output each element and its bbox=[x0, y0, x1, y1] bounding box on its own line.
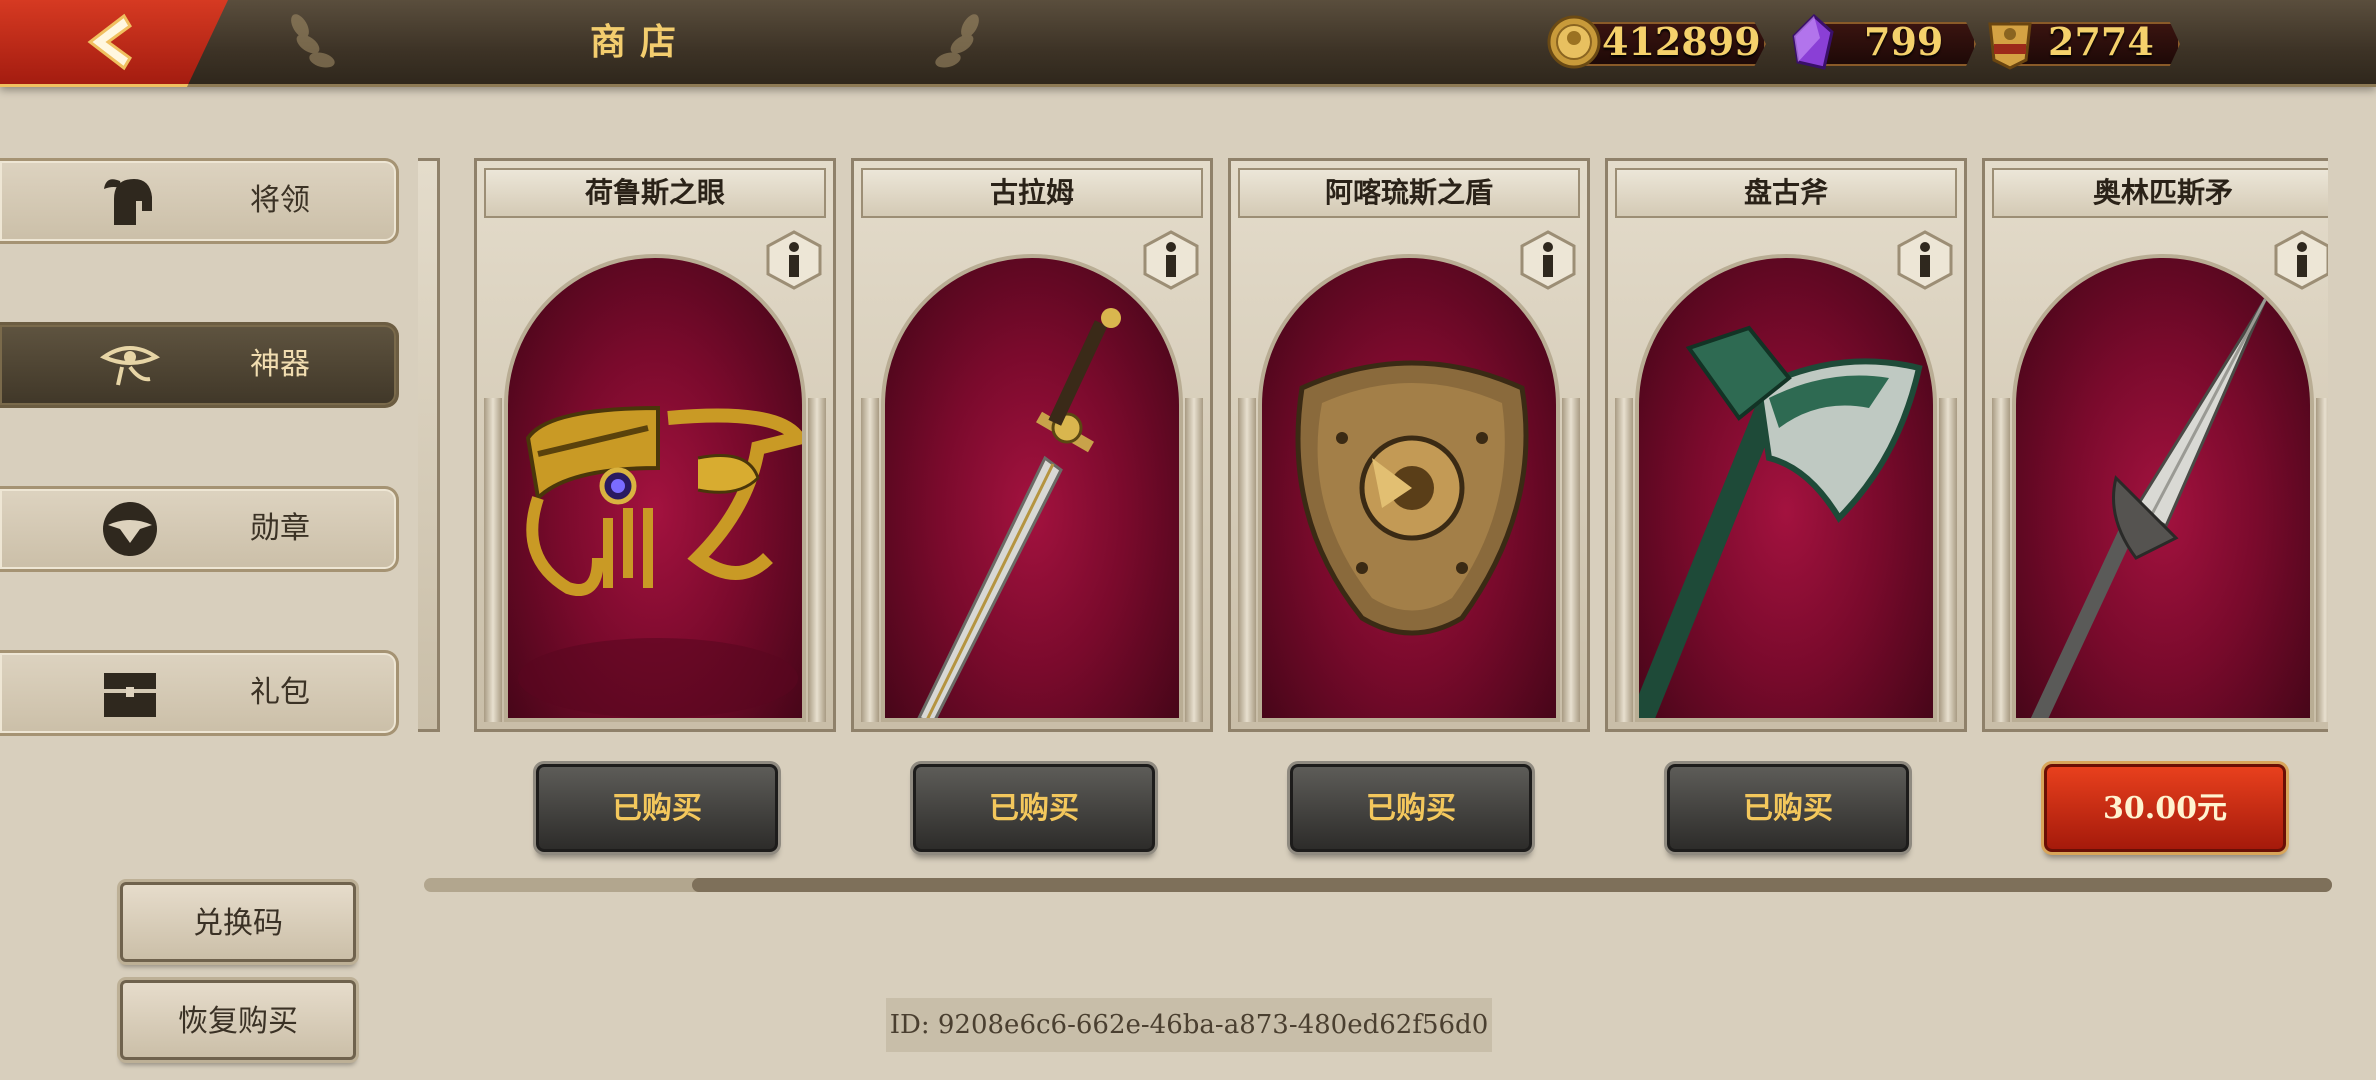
product-card[interactable]: 古拉姆 bbox=[851, 158, 1213, 732]
product-card[interactable]: 阿喀琉斯之盾 bbox=[1228, 158, 1590, 732]
card-pillar bbox=[1562, 398, 1580, 722]
sidebar-item-generals[interactable]: 将领 bbox=[0, 158, 399, 244]
card-arch bbox=[504, 254, 806, 722]
carousel-scrollbar[interactable] bbox=[424, 878, 2332, 892]
product-card[interactable]: 奥林匹斯矛 bbox=[1982, 158, 2328, 732]
purchased-button[interactable]: 已购买 bbox=[1667, 764, 1909, 852]
product-name: 荷鲁斯之眼 bbox=[484, 168, 826, 218]
product-carousel[interactable]: 荷鲁斯之眼 古拉姆 阿喀琉斯之盾 盘古斧 奥林匹斯矛 bbox=[418, 158, 2328, 738]
card-arch bbox=[1635, 254, 1937, 722]
product-card[interactable]: 盘古斧 bbox=[1605, 158, 1967, 732]
product-name: 阿喀琉斯之盾 bbox=[1238, 168, 1580, 218]
sidebar-item-artifacts[interactable]: 神器 bbox=[0, 322, 399, 408]
card-pillar bbox=[1238, 398, 1256, 722]
sidebar-item-label: 神器 bbox=[250, 347, 310, 382]
purchased-button[interactable]: 已购买 bbox=[1290, 764, 1532, 852]
sidebar-item-label: 勋章 bbox=[250, 511, 310, 546]
product-card-partial bbox=[418, 158, 440, 732]
eye-of-horus-artifact-icon bbox=[518, 405, 802, 718]
spqr-token-icon bbox=[1988, 22, 2032, 70]
back-arrow-icon bbox=[87, 13, 132, 71]
product-name: 古拉姆 bbox=[861, 168, 1203, 218]
shield-icon bbox=[1295, 360, 1529, 636]
card-pillar bbox=[1615, 398, 1633, 722]
eye-of-horus-icon bbox=[100, 346, 160, 386]
spartan-helmet-icon bbox=[104, 179, 152, 225]
currency-token[interactable]: 2774 bbox=[1982, 14, 2180, 70]
info-icon[interactable] bbox=[2272, 230, 2328, 290]
currency-gold-value: 412899 bbox=[1602, 19, 1761, 64]
sword-icon bbox=[917, 308, 1121, 718]
card-pillar bbox=[1939, 398, 1957, 722]
card-frame bbox=[418, 158, 440, 732]
card-pillar bbox=[808, 398, 826, 722]
sidebar-item-label: 将领 bbox=[250, 183, 310, 218]
top-bar: 商店 412899 799 2774 bbox=[0, 0, 2376, 87]
sidebar-item-packs[interactable]: 礼包 bbox=[0, 650, 399, 736]
purple-gem-icon bbox=[1792, 14, 1834, 70]
currency-gem-value: 799 bbox=[1864, 19, 1944, 64]
card-pillar bbox=[1992, 398, 2010, 722]
redeem-code-button[interactable]: 兑换码 bbox=[120, 882, 356, 962]
card-pillar bbox=[861, 398, 879, 722]
laurel-right-icon bbox=[935, 14, 979, 68]
currency-gem[interactable]: 799 bbox=[1784, 14, 1976, 70]
card-pillar bbox=[1185, 398, 1203, 722]
restore-purchase-button[interactable]: 恢复购买 bbox=[120, 980, 356, 1060]
product-name: 盘古斧 bbox=[1615, 168, 1957, 218]
sidebar-item-medals[interactable]: 勋章 bbox=[0, 486, 399, 572]
player-id-label: ID: 9208e6c6-662e-46ba-a873-480ed62f56d0 bbox=[886, 998, 1492, 1052]
currency-gold[interactable]: 412899 bbox=[1546, 14, 1766, 70]
spear-icon bbox=[2028, 297, 2268, 718]
purchased-button[interactable]: 已购买 bbox=[913, 764, 1155, 852]
info-icon[interactable] bbox=[1141, 230, 1201, 290]
buy-price-button[interactable]: 30.00元 bbox=[2044, 764, 2286, 852]
treasure-chest-icon bbox=[104, 673, 156, 717]
card-arch bbox=[2012, 254, 2314, 722]
sidebar-item-label: 礼包 bbox=[250, 675, 310, 710]
laurel-left-icon bbox=[291, 14, 335, 68]
eagle-medal-icon bbox=[103, 502, 157, 556]
info-icon[interactable] bbox=[1518, 230, 1578, 290]
gold-coin-icon bbox=[1547, 15, 1601, 69]
page-title: 商店 bbox=[589, 21, 690, 63]
currency-token-value: 2774 bbox=[2048, 19, 2154, 64]
back-button[interactable] bbox=[0, 0, 228, 87]
product-name: 奥林匹斯矛 bbox=[1992, 168, 2328, 218]
carousel-scroll-thumb[interactable] bbox=[692, 878, 2332, 892]
product-card[interactable]: 荷鲁斯之眼 bbox=[474, 158, 836, 732]
card-pillar bbox=[484, 398, 502, 722]
axe-icon bbox=[1639, 325, 1923, 718]
card-arch bbox=[881, 254, 1183, 722]
card-arch bbox=[1258, 254, 1560, 722]
purchased-button[interactable]: 已购买 bbox=[536, 764, 778, 852]
info-icon[interactable] bbox=[1895, 230, 1955, 290]
info-icon[interactable] bbox=[764, 230, 824, 290]
card-pillar bbox=[2316, 398, 2328, 722]
